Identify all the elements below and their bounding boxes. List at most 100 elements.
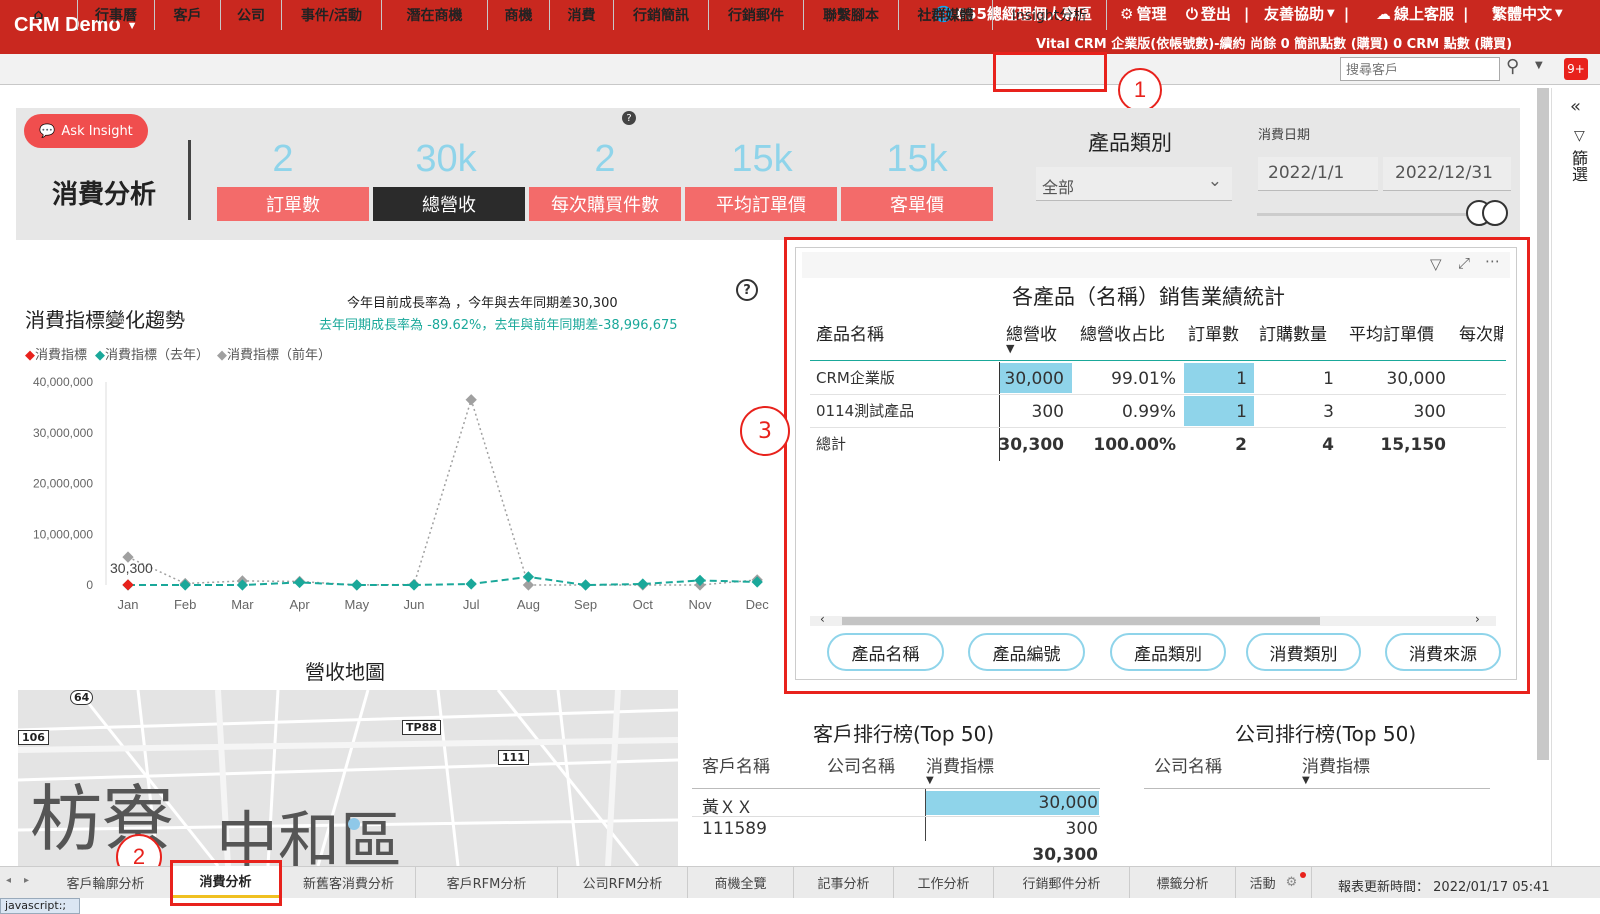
kpi-items-label[interactable]: 每次購買件數 [529, 187, 681, 221]
kpi-per-customer-label[interactable]: 客單價 [841, 187, 993, 221]
help-icon[interactable]: ? [622, 111, 636, 125]
x-tick-label: Aug [517, 597, 540, 612]
data-point [179, 579, 191, 591]
scrollbar-thumb[interactable] [842, 617, 1320, 625]
map-label: 64 [70, 690, 94, 705]
slider-handle-end[interactable] [1482, 200, 1508, 226]
scrollbar[interactable] [1537, 88, 1549, 760]
nav-consumption[interactable]: 消費 [550, 0, 614, 30]
tab-opportunity-overview[interactable]: 商機全覽 [688, 866, 794, 898]
nav-leads[interactable]: 潛在商機 [382, 0, 488, 30]
tab-activity[interactable]: 活動 ⚙ [1236, 866, 1312, 898]
nav-sms[interactable]: 行銷簡訊 [614, 0, 709, 30]
dim-button-consumption-source[interactable]: 消費來源 [1385, 633, 1501, 671]
chevron-down-icon: ⌄ [1207, 171, 1222, 191]
help-link[interactable]: 友善協助 ▼ | [1264, 3, 1349, 24]
col-header[interactable]: 客戶名稱 [702, 752, 770, 777]
col-header[interactable]: 消費指標 [926, 752, 994, 777]
ask-insight-button[interactable]: 💬 Ask Insight [24, 114, 148, 148]
kpi-avg-order-label[interactable]: 平均訂單價 [685, 187, 837, 221]
tab-email-analysis[interactable]: 行銷郵件分析 [994, 866, 1130, 898]
chevron-right-icon[interactable]: ▸ [24, 875, 29, 886]
filter-panel-toggle[interactable]: 篩選 [1569, 150, 1590, 182]
kpi-revenue-label[interactable]: 總營收 [373, 187, 525, 221]
table-cell[interactable]: 黃ＸＸ [702, 793, 753, 818]
tab-customer-rfm[interactable]: 客戶RFM分析 [416, 866, 558, 898]
chevron-down-icon[interactable]: ▼ [1535, 60, 1543, 71]
gear-icon: ⚙ [1120, 4, 1134, 23]
tab-customer-profile[interactable]: 客戶輪廓分析 [40, 866, 172, 898]
revenue-map[interactable]: 枋寮 中和區 TP88 111 106 64 [18, 690, 678, 866]
status-bar: javascript:; [0, 898, 80, 914]
customer-rank-title: 客戶排行榜(Top 50) [813, 722, 995, 746]
nav-events[interactable]: 事件/活動 [282, 0, 382, 30]
sort-desc-icon[interactable]: ▼ [1302, 775, 1310, 786]
map-marker[interactable] [348, 818, 360, 830]
admin-link[interactable]: ⚙ 管理 [1120, 3, 1166, 24]
tab-company-rfm[interactable]: 公司RFM分析 [558, 866, 688, 898]
nav-scripts[interactable]: 聯繫腳本 [804, 0, 899, 30]
table-cell: 30,000 [1038, 793, 1098, 813]
notification-badge[interactable]: 9+ [1564, 58, 1588, 80]
col-header[interactable]: 訂單數 [1188, 320, 1239, 345]
search-icon[interactable]: ⚲ [1506, 56, 1519, 77]
language-select[interactable]: 繁體中文 ▼ [1492, 3, 1563, 24]
col-header[interactable]: 平均訂單價 [1349, 320, 1434, 345]
map-label: 111 [498, 750, 529, 765]
x-tick-label: Apr [289, 597, 310, 612]
nav-customer[interactable]: 客戶 [155, 0, 221, 30]
table-cell[interactable]: 111589 [702, 819, 767, 839]
col-header[interactable]: 總營收占比 [1080, 320, 1165, 345]
collapse-icon[interactable]: « [1570, 96, 1581, 117]
online-support-link[interactable]: ☁ 線上客服 | [1376, 3, 1469, 24]
home-icon[interactable]: ⌂ [0, 0, 78, 30]
y-tick-label: 30,000,000 [33, 426, 93, 440]
col-header[interactable]: 消費指標 [1302, 752, 1370, 777]
dim-button-product-name[interactable]: 產品名稱 [827, 633, 944, 671]
table-cell: 3 [1323, 402, 1334, 422]
col-header[interactable]: 每次購 [1459, 320, 1503, 345]
tab-tag-analysis[interactable]: 標籤分析 [1130, 866, 1236, 898]
x-tick-label: Jun [404, 597, 425, 612]
nav-calendar[interactable]: 行事曆 [78, 0, 155, 30]
chevron-left-icon[interactable]: ‹ [820, 612, 825, 626]
dim-button-product-code[interactable]: 產品編號 [968, 633, 1085, 671]
power-icon: ⏻ [1186, 4, 1198, 23]
nav-company[interactable]: 公司 [221, 0, 282, 30]
dim-button-consumption-category[interactable]: 消費類別 [1246, 633, 1361, 671]
col-header[interactable]: 訂購數量 [1259, 320, 1327, 345]
data-point [465, 578, 477, 590]
chat-icon: ☁ [1376, 4, 1391, 23]
nav-opportunities[interactable]: 商機 [488, 0, 550, 30]
y-tick-label: 40,000,000 [33, 375, 93, 389]
sort-desc-icon[interactable]: ▼ [926, 775, 934, 786]
help-icon[interactable]: ? [736, 279, 758, 301]
sort-desc-icon[interactable]: ▼ [1006, 342, 1014, 355]
dim-button-product-category[interactable]: 產品類別 [1110, 633, 1226, 671]
nav-social[interactable]: 社群媒體 [899, 0, 993, 30]
data-point [751, 576, 763, 588]
table-cell: 300 [1065, 819, 1098, 839]
filter-icon[interactable]: ▽ [1430, 255, 1442, 273]
tab-task-analysis[interactable]: 工作分析 [894, 866, 994, 898]
table-cell: 0114測試產品 [816, 402, 915, 420]
more-icon[interactable]: ⋯ [1485, 252, 1500, 270]
tab-notes-analysis[interactable]: 記事分析 [794, 866, 894, 898]
kpi-orders-label[interactable]: 訂單數 [217, 187, 369, 221]
nav-insight[interactable]: Insight分析 [993, 0, 1107, 30]
date-start-input[interactable]: 2022/1/1 [1258, 157, 1378, 191]
category-select[interactable]: 全部 ⌄ [1036, 167, 1232, 201]
date-end-input[interactable]: 2022/12/31 [1383, 157, 1511, 191]
logout-link[interactable]: ⏻ 登出 | [1186, 3, 1249, 24]
chevron-right-icon[interactable]: › [1475, 612, 1480, 626]
expand-icon[interactable]: ⤢ [1458, 254, 1470, 272]
header-line [1144, 788, 1490, 789]
col-header[interactable]: 公司名稱 [1154, 752, 1222, 777]
tab-new-old-customer[interactable]: 新舊客消費分析 [282, 866, 416, 898]
col-header[interactable]: 產品名稱 [816, 320, 884, 345]
nav-email[interactable]: 行銷郵件 [709, 0, 804, 30]
date-range-slider[interactable] [1257, 213, 1479, 216]
col-header[interactable]: 公司名稱 [827, 752, 895, 777]
customer-search-input[interactable] [1340, 57, 1500, 81]
chevron-left-icon[interactable]: ◂ [6, 875, 11, 886]
